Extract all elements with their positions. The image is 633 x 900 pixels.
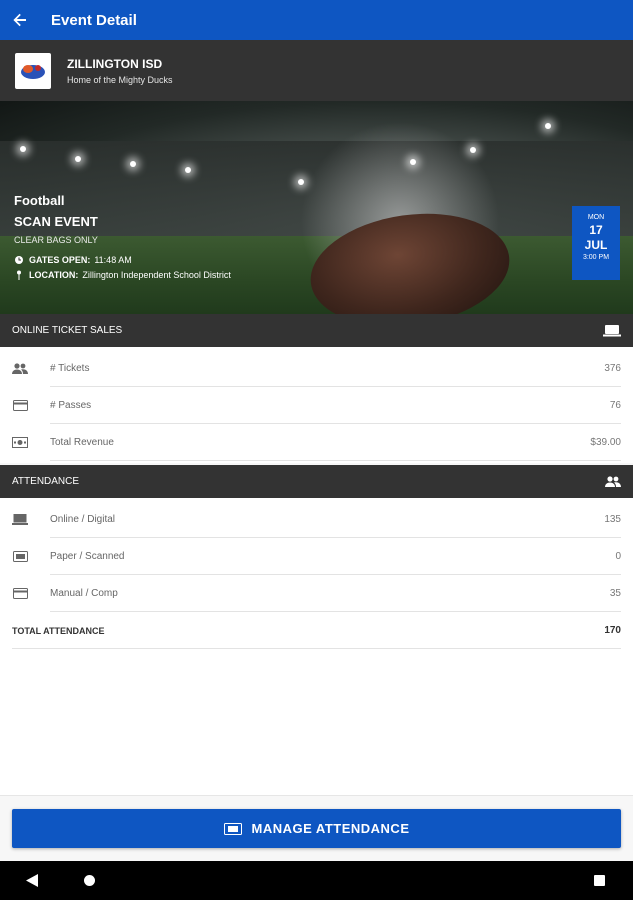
attendance-list: Online / Digital 135 Paper / Scanned 0 M… bbox=[0, 498, 633, 795]
stadium-light bbox=[410, 159, 416, 165]
item-label: Manual / Comp bbox=[50, 588, 118, 599]
money-icon bbox=[0, 437, 50, 448]
people-icon bbox=[0, 363, 50, 374]
card-icon bbox=[0, 400, 50, 411]
list-item: Online / Digital 135 bbox=[0, 501, 633, 538]
nav-home-icon[interactable] bbox=[84, 875, 95, 886]
stadium-light bbox=[545, 123, 551, 129]
ticket-sales-list: # Tickets 376 # Passes 76 Total Revenue … bbox=[0, 347, 633, 463]
attendance-title: ATTENDANCE bbox=[12, 476, 80, 487]
stadium-light bbox=[75, 156, 81, 162]
item-label: # Tickets bbox=[50, 363, 90, 374]
org-tagline: Home of the Mighty Ducks bbox=[67, 74, 173, 85]
item-value: 76 bbox=[609, 400, 621, 411]
pin-icon bbox=[14, 270, 24, 280]
attendance-header: ATTENDANCE bbox=[0, 465, 633, 498]
item-value: 376 bbox=[604, 363, 621, 374]
total-attendance-row: TOTAL ATTENDANCE 170 bbox=[0, 612, 633, 649]
date-month: JUL bbox=[584, 238, 608, 252]
list-item: # Passes 76 bbox=[0, 387, 633, 424]
item-value: 0 bbox=[615, 551, 621, 562]
stadium-light bbox=[298, 179, 304, 185]
laptop-icon bbox=[603, 324, 621, 337]
event-name: SCAN EVENT bbox=[14, 214, 98, 229]
ticket-sales-title: ONLINE TICKET SALES bbox=[12, 325, 123, 336]
page-title: Event Detail bbox=[51, 11, 137, 29]
event-sport: Football bbox=[14, 193, 65, 208]
ticket-sales-header: ONLINE TICKET SALES bbox=[0, 314, 633, 347]
organization-header: ZILLINGTON ISD Home of the Mighty Ducks bbox=[0, 40, 633, 101]
manage-attendance-button[interactable]: MANAGE ATTENDANCE bbox=[12, 809, 621, 848]
ticket-icon bbox=[0, 551, 50, 562]
date-weekday: MON bbox=[587, 214, 605, 221]
app-bar: Event Detail bbox=[0, 0, 633, 40]
system-nav-bar bbox=[0, 861, 633, 900]
total-attendance-label: TOTAL ATTENDANCE bbox=[12, 625, 105, 636]
item-value: 135 bbox=[604, 514, 621, 525]
total-attendance-value: 170 bbox=[604, 625, 621, 636]
item-label: Paper / Scanned bbox=[50, 551, 125, 562]
laptop-icon bbox=[0, 514, 50, 525]
list-item: Paper / Scanned 0 bbox=[0, 538, 633, 575]
date-day: 17 bbox=[589, 223, 603, 237]
ticket-icon bbox=[223, 822, 242, 835]
date-time: 3:00 PM bbox=[582, 254, 610, 261]
bottom-action-bar: MANAGE ATTENDANCE bbox=[0, 795, 633, 861]
school-logo bbox=[15, 52, 51, 89]
event-info: Football SCAN EVENT CLEAR BAGS ONLY GATE… bbox=[14, 193, 231, 280]
people-icon bbox=[605, 476, 621, 487]
gates-open-row: GATES OPEN: 11:48 AM bbox=[14, 255, 231, 265]
event-note: CLEAR BAGS ONLY bbox=[14, 235, 98, 245]
event-hero: Football SCAN EVENT CLEAR BAGS ONLY GATE… bbox=[0, 101, 633, 314]
stadium-light bbox=[185, 167, 191, 173]
item-label: Total Revenue bbox=[50, 437, 114, 448]
stadium-light bbox=[470, 147, 476, 153]
clock-icon bbox=[14, 256, 24, 264]
org-name: ZILLINGTON ISD bbox=[67, 56, 163, 71]
gates-open-value: 11:48 AM bbox=[94, 255, 132, 265]
event-date-badge: MON 17 JUL 3:00 PM bbox=[572, 206, 620, 280]
nav-back-icon[interactable] bbox=[26, 874, 38, 887]
nav-recents-icon[interactable] bbox=[594, 875, 605, 886]
list-item: # Tickets 376 bbox=[0, 350, 633, 387]
location-value: Zillington Independent School District bbox=[82, 270, 231, 280]
location-row: LOCATION: Zillington Independent School … bbox=[14, 270, 231, 280]
item-label: # Passes bbox=[50, 400, 92, 411]
item-label: Online / Digital bbox=[50, 514, 116, 525]
arrow-left-icon bbox=[13, 13, 26, 27]
item-value: $39.00 bbox=[590, 437, 621, 448]
stadium-light bbox=[130, 161, 136, 167]
stadium-light bbox=[20, 146, 26, 152]
item-value: 35 bbox=[609, 588, 621, 599]
location-label: LOCATION: bbox=[29, 270, 79, 280]
gates-open-label: GATES OPEN: bbox=[29, 255, 91, 265]
list-item: Total Revenue $39.00 bbox=[0, 424, 633, 461]
list-item: Manual / Comp 35 bbox=[0, 575, 633, 612]
back-button[interactable] bbox=[0, 0, 40, 40]
card-icon bbox=[0, 588, 50, 599]
manage-attendance-label: MANAGE ATTENDANCE bbox=[251, 821, 410, 836]
